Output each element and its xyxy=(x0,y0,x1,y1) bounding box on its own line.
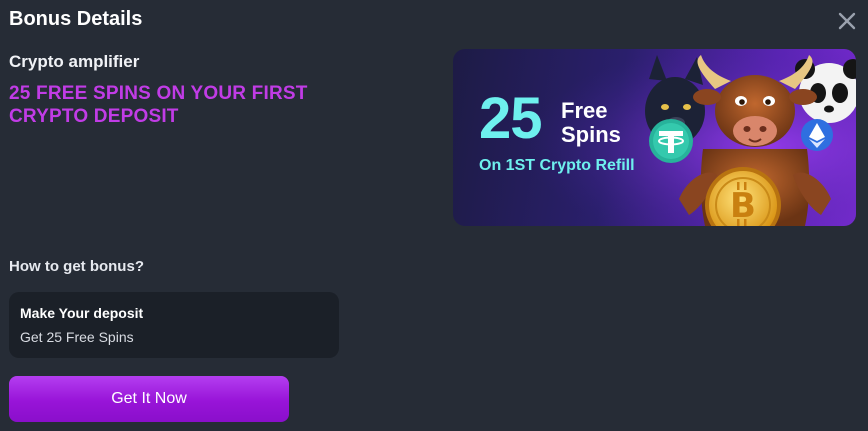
crypto-coin-icon xyxy=(801,119,833,151)
banner-free-spins: Free Spins xyxy=(561,99,621,147)
bonus-headline: 25 FREE SPINS ON YOUR FIRST CRYPTO DEPOS… xyxy=(9,83,308,127)
bonus-details-modal: Bonus Details Crypto amplifier 25 FREE S… xyxy=(0,0,868,431)
bonus-name: Crypto amplifier xyxy=(9,52,140,71)
svg-text:B: B xyxy=(730,186,756,226)
get-it-now-button[interactable]: Get It Now xyxy=(9,376,289,422)
step-description: Get 25 Free Spins xyxy=(20,329,134,345)
banner-subtitle: On 1ST Crypto Refill xyxy=(479,157,635,174)
banner-spins-label: Spins xyxy=(561,122,621,147)
modal-title: Bonus Details xyxy=(9,8,143,30)
how-to-heading: How to get bonus? xyxy=(9,258,144,275)
close-icon[interactable] xyxy=(836,10,858,32)
promo-banner: B 25 Free Spins On 1ST Crypto Refill xyxy=(453,49,856,226)
banner-free-label: Free xyxy=(561,98,608,123)
step-title: Make Your deposit xyxy=(20,305,144,321)
bonus-step-card: Make Your deposit Get 25 Free Spins xyxy=(9,292,339,358)
banner-spin-count: 25 xyxy=(479,86,543,151)
tether-coin-icon xyxy=(649,119,693,163)
